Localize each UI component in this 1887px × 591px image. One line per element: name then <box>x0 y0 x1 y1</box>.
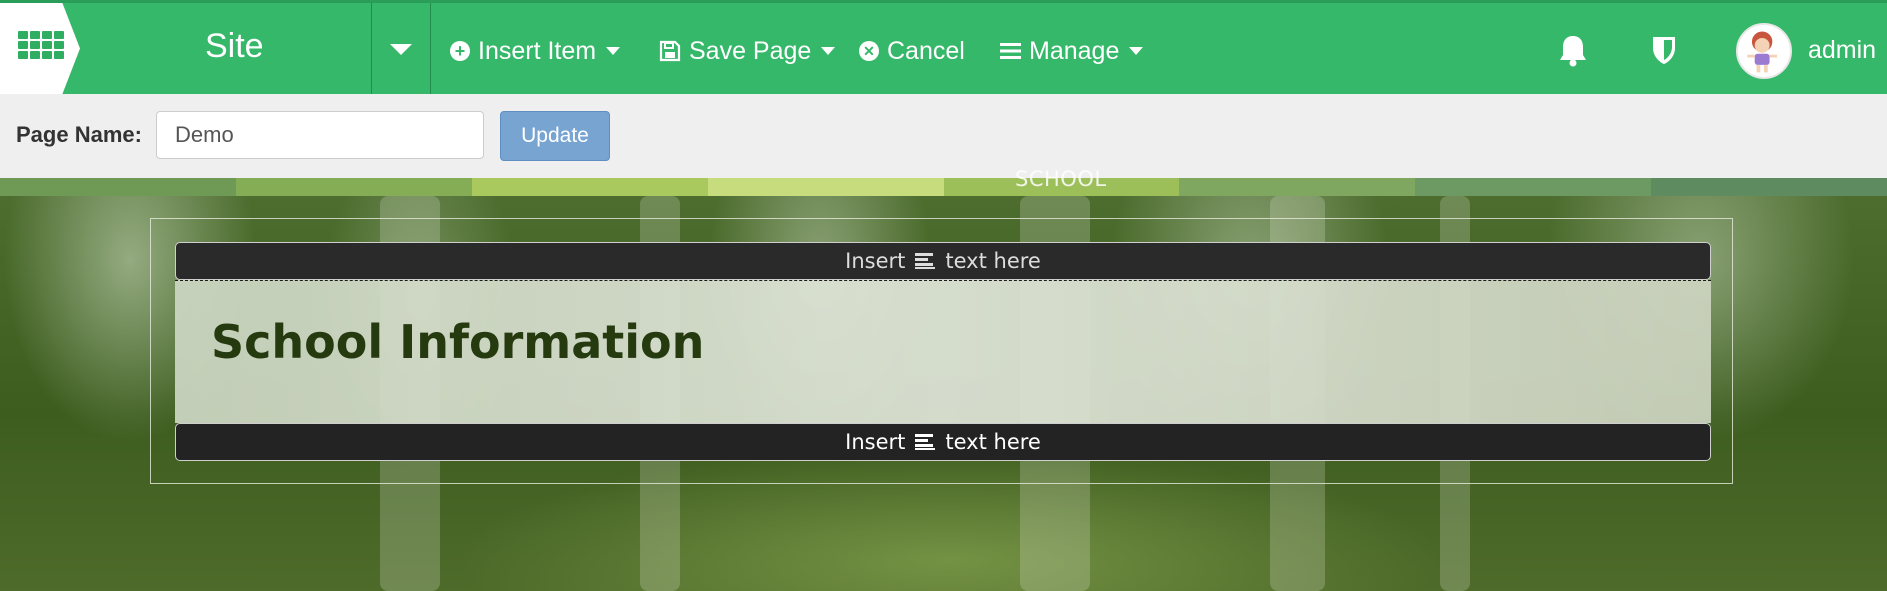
caret-down-icon <box>1129 47 1144 55</box>
insert-prefix: Insert <box>845 430 906 454</box>
shield-icon[interactable] <box>1650 34 1678 66</box>
insert-item-label: Insert Item <box>478 36 597 65</box>
chevron-down-icon <box>390 44 412 55</box>
text-lines-icon <box>915 434 936 450</box>
manage-label: Manage <box>1029 36 1120 65</box>
insert-suffix: text here <box>945 249 1041 273</box>
close-circle-icon: ✕ <box>859 41 879 61</box>
manage-menu[interactable]: Manage <box>1000 33 1144 69</box>
site-title[interactable]: Site <box>205 27 264 66</box>
site-nav-strip <box>0 178 1887 196</box>
insert-item-menu[interactable]: + Insert Item <box>450 33 621 69</box>
save-icon <box>659 40 681 62</box>
save-page-menu[interactable]: Save Page <box>659 33 836 69</box>
apps-grid-icon <box>18 31 64 59</box>
avatar[interactable] <box>1736 23 1792 79</box>
caret-down-icon <box>821 47 836 55</box>
apps-menu-button[interactable] <box>0 3 80 94</box>
heading-block[interactable]: School Information <box>175 280 1711 423</box>
caret-down-icon <box>606 47 621 55</box>
site-dropdown-button[interactable] <box>372 3 430 94</box>
page-name-label: Page Name: <box>16 122 142 147</box>
hamburger-icon <box>1000 43 1021 59</box>
user-name[interactable]: admin <box>1808 36 1876 65</box>
bell-icon[interactable] <box>1557 33 1589 67</box>
page-name-bar: Page Name: Update <box>0 94 1887 178</box>
update-button[interactable]: Update <box>500 111 610 161</box>
page-name-input[interactable] <box>156 111 484 159</box>
plus-circle-icon: + <box>450 41 470 61</box>
insert-suffix: text here <box>945 430 1041 454</box>
user-avatar-image <box>1747 31 1777 73</box>
page-heading: School Information <box>211 315 705 369</box>
insert-prefix: Insert <box>845 249 906 273</box>
divider <box>430 3 431 94</box>
text-lines-icon <box>915 253 936 269</box>
nav-item-school[interactable]: SCHOOL <box>1015 167 1107 191</box>
insert-text-bottom[interactable]: Insert text here <box>175 423 1711 461</box>
cancel-label: Cancel <box>887 36 965 65</box>
cancel-button[interactable]: ✕ Cancel <box>859 33 965 69</box>
top-toolbar: Site + Insert Item Save Page ✕ Cancel Ma… <box>0 0 1887 94</box>
save-page-label: Save Page <box>689 36 812 65</box>
insert-text-top[interactable]: Insert text here <box>175 242 1711 280</box>
